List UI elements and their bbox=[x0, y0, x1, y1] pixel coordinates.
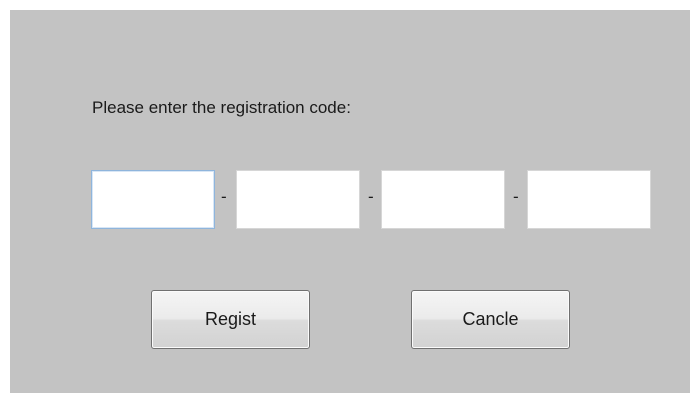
code-field-1[interactable] bbox=[91, 170, 215, 229]
code-field-3[interactable] bbox=[381, 170, 505, 229]
separator-2: - bbox=[368, 187, 374, 206]
prompt-label: Please enter the registration code: bbox=[92, 98, 351, 117]
separator-1: - bbox=[221, 187, 227, 206]
cancel-button[interactable]: Cancle bbox=[411, 290, 570, 349]
registration-dialog: Please enter the registration code: - - … bbox=[10, 10, 690, 393]
regist-button[interactable]: Regist bbox=[151, 290, 310, 349]
code-field-2[interactable] bbox=[236, 170, 360, 229]
separator-3: - bbox=[513, 187, 519, 206]
code-field-4[interactable] bbox=[527, 170, 651, 229]
